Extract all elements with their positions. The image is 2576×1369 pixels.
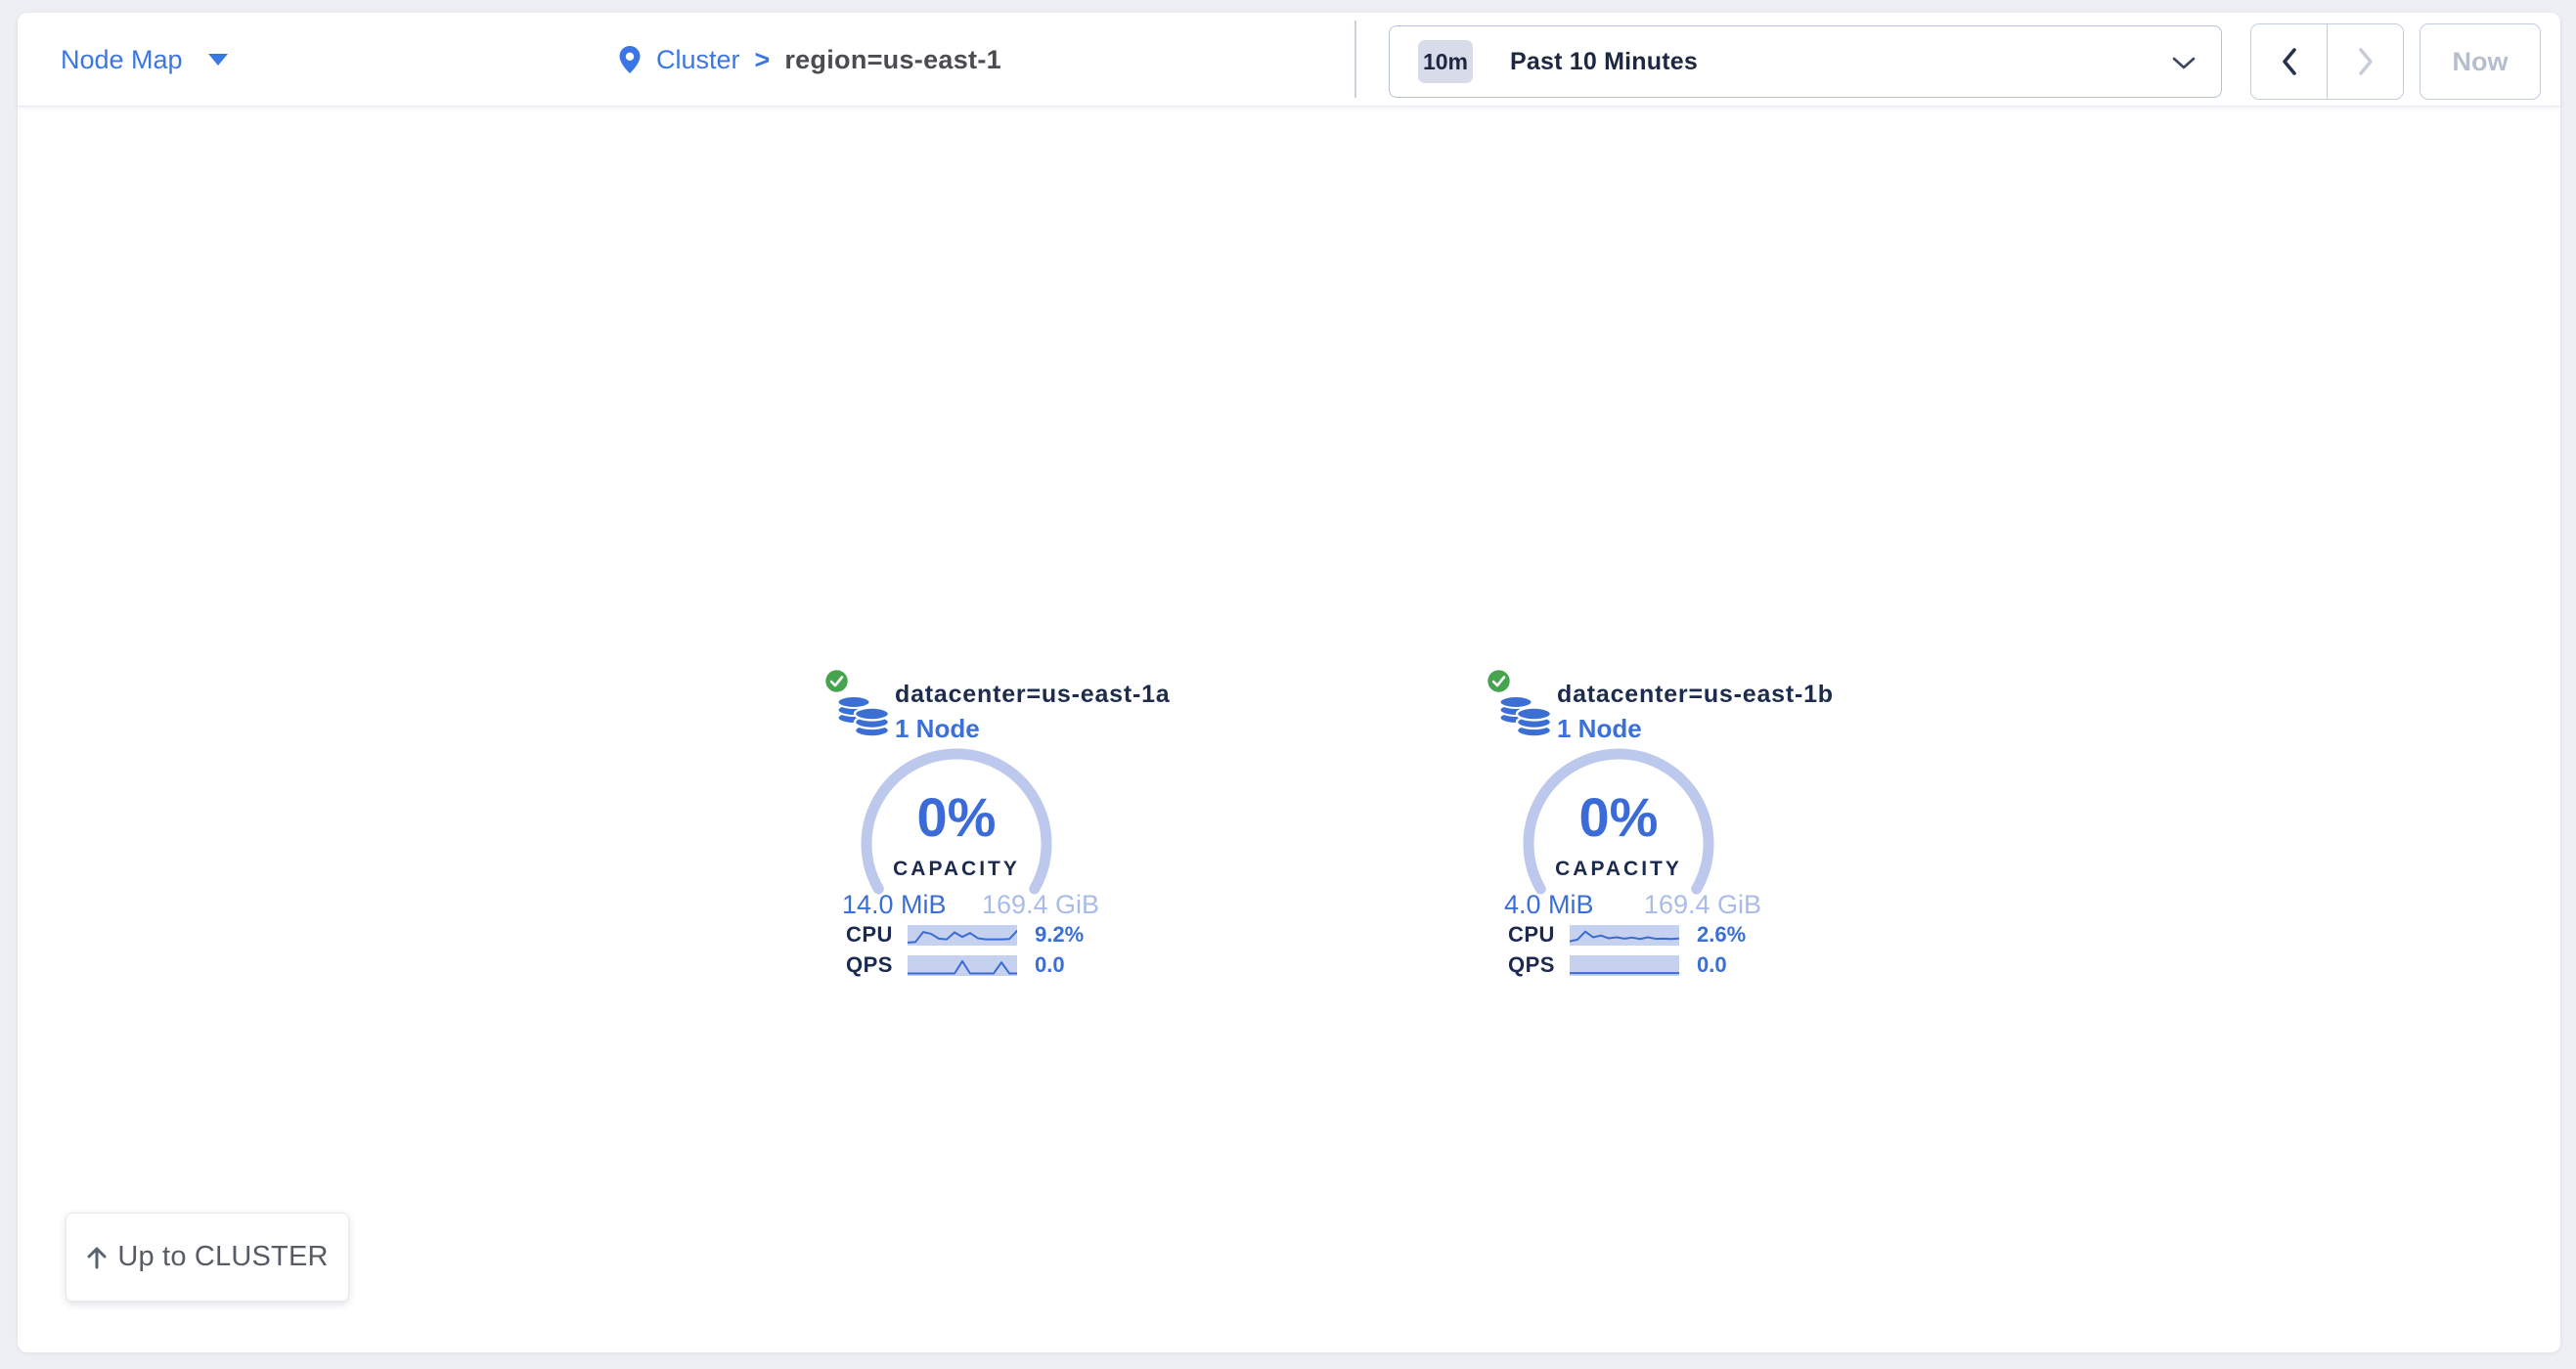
breadcrumb-separator: > [755, 45, 771, 75]
cpu-value: 9.2% [1035, 922, 1084, 948]
breadcrumb-cluster-link[interactable]: Cluster [656, 45, 740, 75]
qps-metric-row: QPS 0.0 [1508, 954, 1746, 976]
topbar-divider [1355, 21, 1356, 98]
cpu-metric-row: CPU 2.6% [1508, 924, 1746, 946]
chevron-right-icon [2356, 47, 2376, 76]
qps-value: 0.0 [1035, 952, 1065, 978]
capacity-percent: 0% [859, 785, 1054, 849]
capacity-total: 169.4 GiB [1644, 890, 1761, 920]
qps-metric-row: QPS 0.0 [846, 954, 1084, 976]
time-prev-button[interactable] [2251, 24, 2327, 99]
view-selector-dropdown[interactable]: Node Map [61, 13, 228, 107]
time-range-selector[interactable]: 10m Past 10 Minutes [1389, 25, 2222, 98]
cpu-label: CPU [846, 922, 908, 948]
arrow-up-icon [86, 1246, 108, 1269]
time-nav-group [2250, 23, 2404, 100]
chevron-down-icon [2172, 57, 2196, 69]
locality-card-us-east-1b[interactable]: datacenter=us-east-1b 1 Node 0% CAPACITY… [1484, 667, 1767, 982]
time-range-label: Past 10 Minutes [1510, 48, 1698, 76]
metrics: CPU 9.2% QPS 0.0 [846, 924, 1084, 985]
time-range-badge: 10m [1418, 40, 1473, 83]
cpu-sparkline [1570, 925, 1679, 946]
breadcrumb-current: region=us-east-1 [784, 45, 1001, 75]
capacity-values: 14.0 MiB 169.4 GiB [822, 890, 1105, 920]
top-bar: Node Map Cluster > region=us-east-1 10m … [18, 13, 2560, 107]
metrics: CPU 2.6% QPS 0.0 [1508, 924, 1746, 985]
qps-sparkline [908, 955, 1017, 976]
location-pin-icon [618, 45, 642, 74]
up-to-cluster-label: Up to CLUSTER [117, 1241, 328, 1273]
main-panel: Node Map Cluster > region=us-east-1 10m … [18, 13, 2560, 1352]
caret-down-icon [208, 54, 228, 66]
capacity-used: 14.0 MiB [842, 890, 947, 920]
database-stack-icon [1497, 690, 1554, 739]
cpu-label: CPU [1508, 922, 1570, 948]
capacity-label: CAPACITY [859, 858, 1054, 881]
node-map-page: { "header": { "view_selector_label": "No… [0, 0, 2576, 1369]
locality-title: datacenter=us-east-1a [895, 681, 1171, 709]
capacity-label: CAPACITY [1521, 858, 1716, 881]
cpu-value: 2.6% [1697, 922, 1746, 948]
capacity-percent: 0% [1521, 785, 1716, 849]
qps-label: QPS [1508, 952, 1570, 978]
up-to-cluster-button[interactable]: Up to CLUSTER [66, 1213, 349, 1302]
chevron-left-icon [2280, 47, 2299, 76]
capacity-gauge: 0% CAPACITY [1521, 748, 1716, 897]
locality-title: datacenter=us-east-1b [1557, 681, 1834, 709]
capacity-gauge: 0% CAPACITY [859, 748, 1054, 897]
time-next-button[interactable] [2327, 24, 2403, 99]
qps-value: 0.0 [1697, 952, 1727, 978]
breadcrumb: Cluster > region=us-east-1 [618, 13, 1001, 107]
qps-label: QPS [846, 952, 908, 978]
qps-sparkline [1570, 955, 1679, 976]
capacity-values: 4.0 MiB 169.4 GiB [1484, 890, 1767, 920]
locality-node-count: 1 Node [1557, 714, 1642, 744]
node-map-canvas: datacenter=us-east-1a 1 Node 0% CAPACITY… [18, 108, 2560, 1352]
database-stack-icon [835, 690, 892, 739]
view-selector-label: Node Map [61, 45, 183, 75]
locality-card-us-east-1a[interactable]: datacenter=us-east-1a 1 Node 0% CAPACITY… [822, 667, 1105, 982]
now-button[interactable]: Now [2420, 23, 2541, 100]
cpu-sparkline [908, 925, 1017, 946]
locality-node-count: 1 Node [895, 714, 980, 744]
capacity-total: 169.4 GiB [982, 890, 1099, 920]
capacity-used: 4.0 MiB [1504, 890, 1594, 920]
cpu-metric-row: CPU 9.2% [846, 924, 1084, 946]
